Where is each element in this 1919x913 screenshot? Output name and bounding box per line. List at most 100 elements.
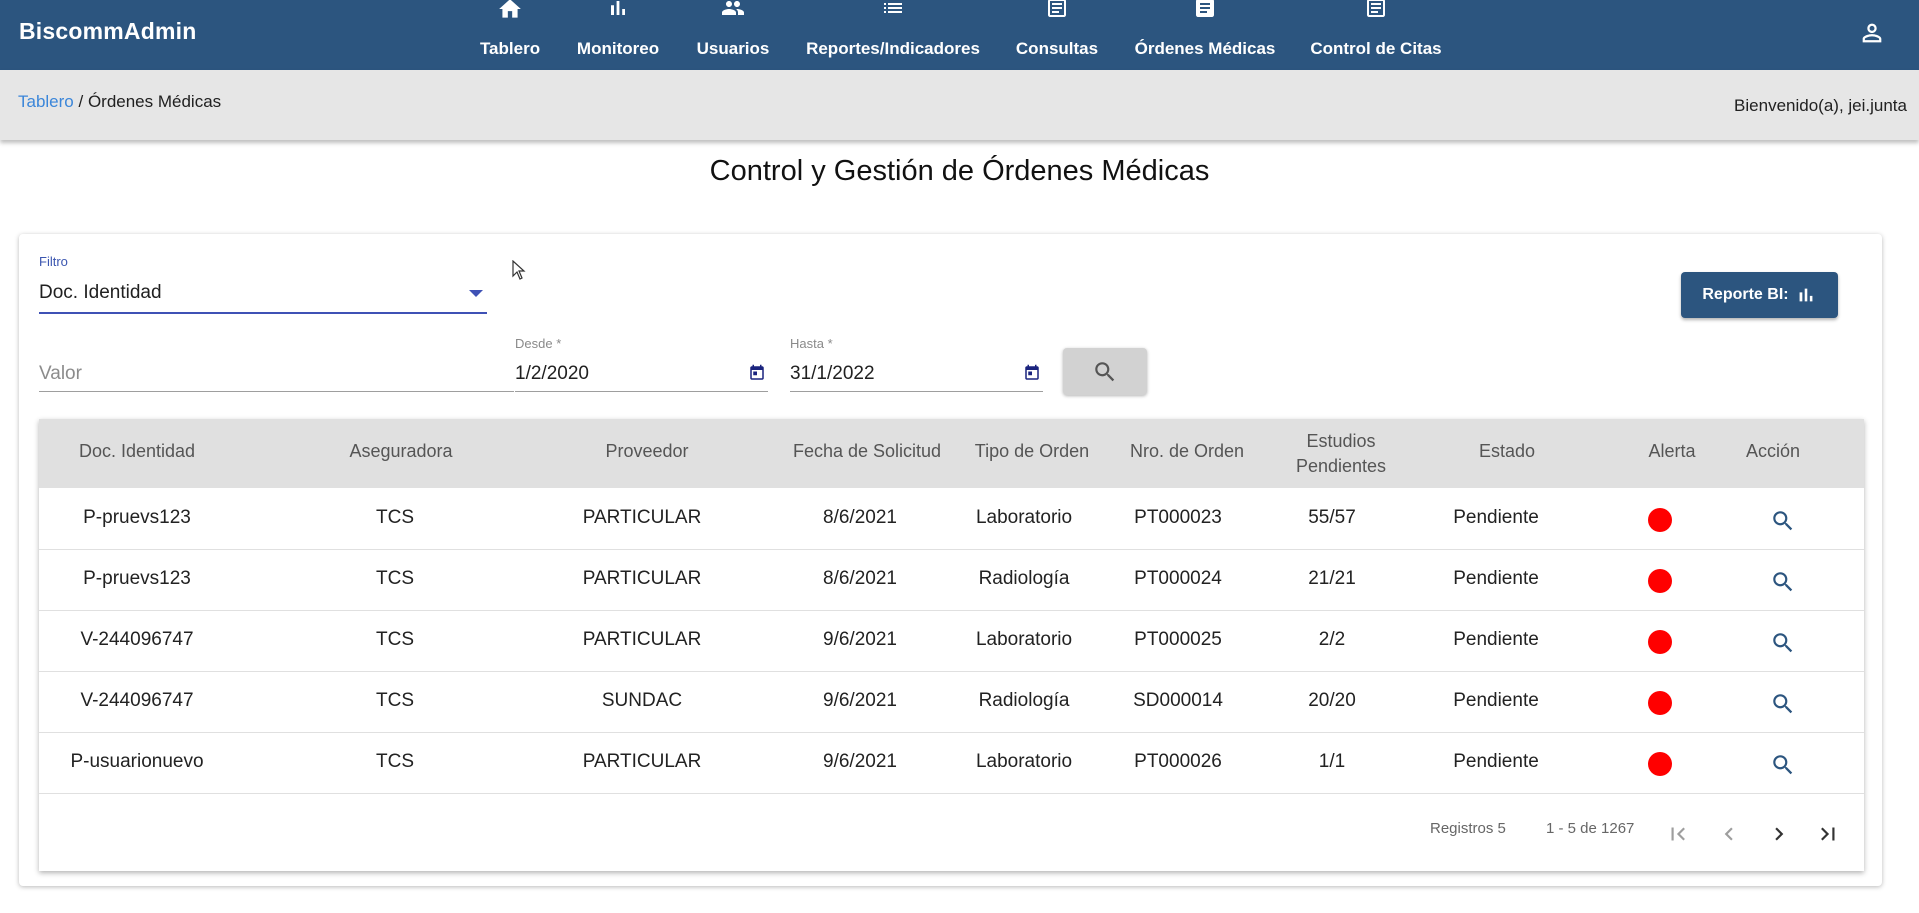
column-header[interactable]: Tipo de Orden	[975, 441, 1089, 462]
cell-order-type: Radiología	[978, 690, 1070, 711]
cell-pending: 55/57	[1308, 507, 1356, 528]
breadcrumb-bar: Tablero / Órdenes Médicas Bienvenido(a),…	[0, 70, 1919, 140]
alert-indicator	[1648, 691, 1672, 715]
article-icon	[1045, 0, 1069, 22]
filter-label: Filtro	[39, 254, 68, 269]
breadcrumb-separator: /	[73, 92, 88, 111]
cell-date: 8/6/2021	[823, 507, 897, 528]
column-header: Acción	[1745, 441, 1801, 461]
column-header[interactable]: Estado	[1479, 441, 1535, 462]
nav-label: Consultas	[1015, 39, 1099, 58]
next-page-icon[interactable]	[1766, 821, 1792, 852]
cell-provider: SUNDAC	[601, 690, 683, 711]
view-search-icon[interactable]	[1770, 630, 1796, 661]
dropdown-arrow-icon	[469, 290, 483, 297]
column-header[interactable]: Estudios Pendientes	[1281, 429, 1401, 479]
breadcrumb-current: Órdenes Médicas	[87, 92, 222, 111]
nav-item-control-citas[interactable]: Control de Citas	[1310, 0, 1442, 70]
cell-status: Pendiente	[1453, 507, 1539, 528]
cell-insurer: TCS	[376, 507, 414, 528]
to-date-label: Hasta *	[790, 336, 833, 351]
first-page-icon[interactable]	[1665, 821, 1691, 852]
cell-pending: 21/21	[1308, 568, 1356, 589]
to-date-input[interactable]: 31/1/2022	[790, 355, 1043, 392]
to-date-value: 31/1/2022	[790, 363, 875, 384]
search-button[interactable]	[1063, 348, 1147, 395]
cell-insurer: TCS	[376, 629, 414, 650]
column-header[interactable]: Doc. Identidad	[79, 441, 195, 462]
alert-indicator	[1648, 569, 1672, 593]
cell-status: Pendiente	[1453, 751, 1539, 772]
breadcrumb-link-tablero[interactable]: Tablero	[18, 92, 74, 111]
nav-label: Usuarios	[696, 39, 770, 58]
view-search-icon[interactable]	[1770, 691, 1796, 722]
cell-doc: V-244096747	[80, 690, 194, 711]
account-icon[interactable]	[1858, 19, 1886, 52]
nav-item-monitoreo[interactable]: Monitoreo	[575, 0, 661, 70]
report-bi-label: Reporte BI:	[1702, 286, 1789, 303]
filter-select-value: Doc. Identidad	[39, 282, 162, 303]
cell-order-number: SD000014	[1133, 690, 1223, 711]
cell-order-number: PT000025	[1134, 629, 1222, 650]
cell-pending: 1/1	[1318, 751, 1346, 772]
column-header[interactable]: Aseguradora	[349, 441, 452, 462]
cell-pending: 2/2	[1318, 629, 1346, 650]
top-nav-bar: BiscommAdmin Tablero Monitoreo Usuarios …	[0, 0, 1919, 70]
table-row[interactable]: P-usuarionuevo TCS PARTICULAR 9/6/2021 L…	[39, 732, 1864, 794]
report-bi-button[interactable]: Reporte BI:	[1681, 272, 1838, 318]
alert-indicator	[1648, 752, 1672, 776]
app-title: BiscommAdmin	[19, 18, 197, 44]
table-row[interactable]: P-pruevs123 TCS PARTICULAR 8/6/2021 Labo…	[39, 488, 1864, 550]
previous-page-icon[interactable]	[1716, 821, 1742, 852]
welcome-text: Bienvenido(a), jei.junta	[1734, 96, 1907, 115]
value-placeholder: Valor	[39, 363, 82, 384]
calendar-icon[interactable]	[748, 364, 766, 388]
alert-indicator	[1648, 508, 1672, 532]
column-header[interactable]: Fecha de Solicitud	[793, 441, 941, 462]
breadcrumb: Tablero / Órdenes Médicas	[18, 92, 221, 112]
filter-select[interactable]: Doc. Identidad	[39, 276, 487, 314]
document-icon	[1193, 0, 1217, 22]
cell-doc: P-pruevs123	[83, 507, 191, 528]
nav-item-ordenes-medicas[interactable]: Órdenes Médicas	[1135, 0, 1275, 70]
value-input[interactable]: Valor	[39, 355, 514, 392]
cell-order-type: Laboratorio	[975, 629, 1073, 650]
search-icon	[1095, 361, 1115, 381]
cell-order-type: Laboratorio	[975, 507, 1073, 528]
nav-item-consultas[interactable]: Consultas	[1015, 0, 1099, 70]
bar-chart-icon	[1799, 288, 1813, 302]
cell-insurer: TCS	[376, 690, 414, 711]
from-date-value: 1/2/2020	[515, 363, 589, 384]
nav-item-tablero[interactable]: Tablero	[480, 0, 540, 70]
cell-insurer: TCS	[376, 568, 414, 589]
view-search-icon[interactable]	[1770, 508, 1796, 539]
nav-item-reportes[interactable]: Reportes/Indicadores	[805, 0, 981, 70]
page-title: Control y Gestión de Órdenes Médicas	[709, 155, 1210, 187]
page-range: 1 - 5 de 1267	[1546, 820, 1635, 837]
home-icon	[497, 0, 523, 22]
from-date-input[interactable]: 1/2/2020	[515, 355, 768, 392]
orders-card: Filtro Doc. Identidad Reporte BI: Valor …	[19, 234, 1882, 886]
cell-date: 9/6/2021	[823, 751, 897, 772]
table-row[interactable]: V-244096747 TCS SUNDAC 9/6/2021 Radiolog…	[39, 671, 1864, 733]
list-icon	[880, 0, 906, 22]
nav-label: Monitoreo	[576, 39, 660, 58]
view-search-icon[interactable]	[1770, 752, 1796, 783]
cell-status: Pendiente	[1453, 568, 1539, 589]
nav-item-usuarios[interactable]: Usuarios	[696, 0, 770, 70]
cell-provider: PARTICULAR	[582, 507, 702, 528]
last-page-icon[interactable]	[1815, 821, 1841, 852]
nav-label: Órdenes Médicas	[1134, 39, 1276, 58]
bar-chart-icon	[606, 0, 630, 22]
table-header: Doc. Identidad Aseguradora Proveedor Fec…	[39, 419, 1864, 488]
from-date-label: Desde *	[515, 336, 562, 351]
article-icon	[1364, 0, 1388, 22]
table-row[interactable]: V-244096747 TCS PARTICULAR 9/6/2021 Labo…	[39, 610, 1864, 672]
column-header[interactable]: Nro. de Orden	[1130, 441, 1244, 462]
people-icon	[718, 0, 748, 22]
column-header[interactable]: Proveedor	[605, 441, 688, 462]
alert-indicator	[1648, 630, 1672, 654]
calendar-icon[interactable]	[1023, 364, 1041, 388]
view-search-icon[interactable]	[1770, 569, 1796, 600]
table-row[interactable]: P-pruevs123 TCS PARTICULAR 8/6/2021 Radi…	[39, 549, 1864, 611]
